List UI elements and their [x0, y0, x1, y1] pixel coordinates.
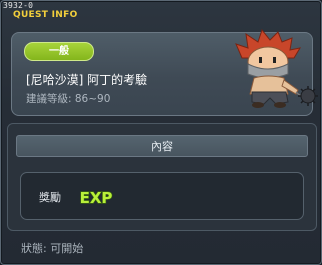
content-section-header: 內容 — [16, 135, 308, 157]
category-badge: 一般 — [24, 42, 94, 61]
reward-box: 獎勵 EXP — [20, 172, 304, 220]
quest-id: 3932-0 — [3, 1, 34, 10]
quest-info-window: 3932-0 QUEST INFO 一般 [尼哈沙漠] 阿丁的考驗 建議等級: … — [0, 0, 322, 265]
quest-name: [尼哈沙漠] 阿丁的考驗 — [26, 73, 148, 87]
window-title: QUEST INFO — [13, 10, 78, 20]
npc-character-icon — [235, 28, 318, 108]
exp-icon-text: EXP — [80, 189, 113, 207]
exp-icon: EXP — [79, 188, 113, 207]
reward-label: 獎勵 — [39, 191, 61, 204]
quest-status: 狀態: 可開始 — [21, 242, 84, 255]
recommended-level: 建議等級: 86~90 — [26, 93, 111, 105]
content-panel: 內容 獎勵 EXP — [7, 123, 317, 231]
